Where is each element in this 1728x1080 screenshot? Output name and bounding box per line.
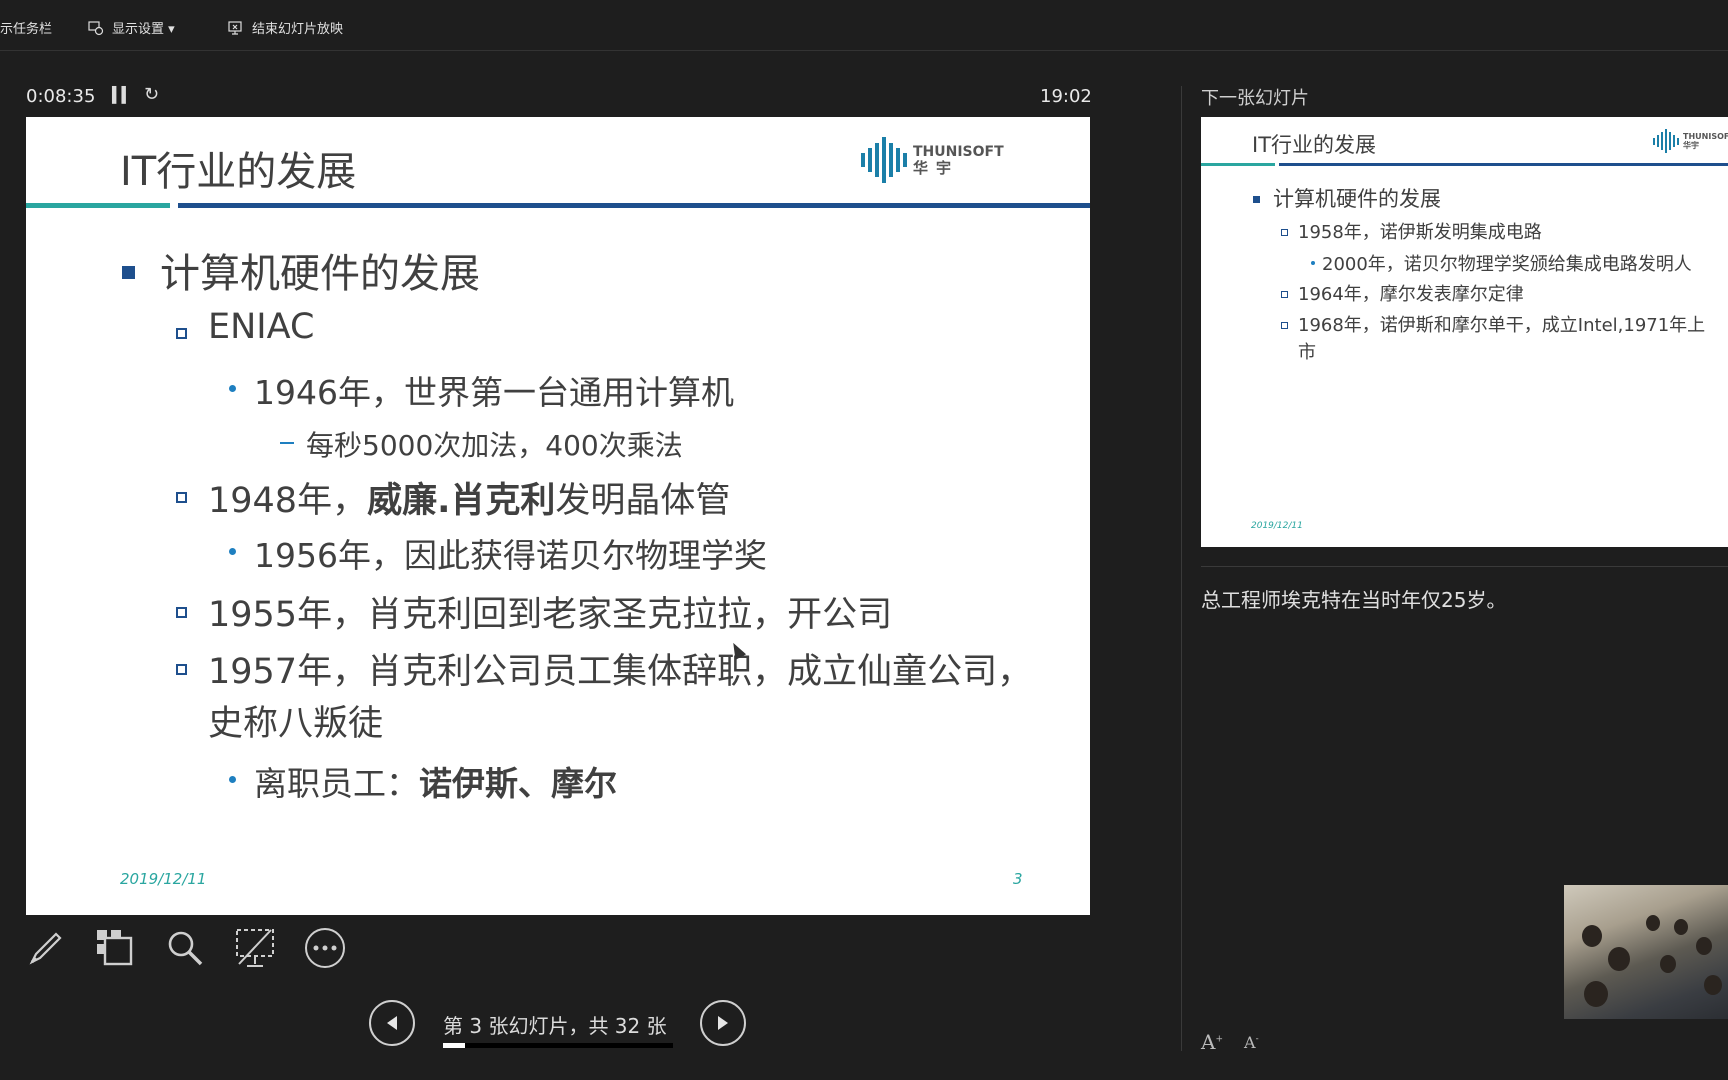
pause-timer-icon[interactable]: ▍▍ xyxy=(112,86,133,104)
magnifier-icon xyxy=(168,931,203,966)
bullet-bold-text: 诺伊斯、摩尔 xyxy=(419,764,617,803)
end-slideshow-label: 结束幻灯片放映 xyxy=(252,22,344,37)
bullet-square-icon xyxy=(122,266,135,279)
next-bullet-level2: 1964年，摩尔发表摩尔定律 xyxy=(1298,284,1524,305)
logo-mark-icon xyxy=(1653,129,1679,153)
next-arrow-icon xyxy=(718,1016,728,1030)
screen-off-icon xyxy=(236,929,274,967)
next-bullet-level1: 计算机硬件的发展 xyxy=(1273,187,1441,211)
bullet-level2: 1955年，肖克利回到老家圣克拉拉，开公司 xyxy=(208,595,893,635)
title-rule xyxy=(178,203,1090,208)
bullet-level1: 计算机硬件的发展 xyxy=(160,251,480,297)
pane-divider[interactable] xyxy=(1181,86,1182,1051)
more-icon xyxy=(305,928,345,968)
bullet-text: 离职员工： xyxy=(254,764,419,803)
next-slide-label: 下一张幻灯片 xyxy=(1201,88,1309,109)
zoom-button[interactable] xyxy=(163,926,207,970)
bullet-square-icon xyxy=(1253,196,1260,203)
see-all-slides-button[interactable] xyxy=(93,926,137,970)
end-slideshow-button[interactable]: 结束幻灯片放映 xyxy=(228,18,343,37)
bullet-text: 1948年， xyxy=(208,481,368,521)
slide-counter: 第 3 张幻灯片，共 32 张 xyxy=(443,1014,667,1038)
show-taskbar-button[interactable]: 示任务栏 xyxy=(0,18,52,37)
logo-english: THUNISOFT xyxy=(1683,132,1728,141)
black-screen-button[interactable] xyxy=(233,926,277,970)
slide-number: 3 xyxy=(1013,870,1023,888)
camera-video-thumbnail[interactable] xyxy=(1564,885,1728,1019)
bullet-dot-icon xyxy=(229,776,236,783)
bullet-hollow-square-icon xyxy=(1281,229,1288,236)
bullet-hollow-square-icon xyxy=(176,328,187,339)
reset-timer-icon[interactable]: ↻ xyxy=(144,84,159,105)
title-rule-accent xyxy=(26,203,170,208)
previous-slide-button[interactable] xyxy=(369,1000,415,1046)
bullet-level2: 1957年，肖克利公司员工集体辞职，成立仙童公司， xyxy=(208,652,1033,692)
logo-chinese: 华宇 xyxy=(1683,141,1699,150)
bullet-hollow-square-icon xyxy=(1281,322,1288,329)
bullet-level3: 离职员工：诺伊斯、摩尔 xyxy=(254,757,617,805)
title-rule xyxy=(1279,163,1728,166)
display-settings-icon xyxy=(88,20,104,35)
next-bullet-level2: 1968年，诺伊斯和摩尔单干，成立Intel,1971年上 xyxy=(1298,315,1706,336)
current-slide: IT行业的发展 THUNISOFT 华宇 计算机硬件的发展 ENIAC 1946… xyxy=(26,117,1090,915)
show-taskbar-label: 示任务栏 xyxy=(0,22,53,37)
title-rule-accent xyxy=(1201,163,1275,166)
speaker-notes[interactable]: 总工程师埃克特在当时年仅25岁。 xyxy=(1201,584,1506,613)
bullet-dot-icon xyxy=(229,548,236,555)
elapsed-timer: 0:08:35 xyxy=(26,86,96,107)
bullet-dot-icon xyxy=(229,385,236,392)
bullet-level3: 1946年，世界第一台通用计算机 xyxy=(254,373,734,412)
slide-title: IT行业的发展 xyxy=(120,149,357,195)
current-time: 19:02 xyxy=(1040,86,1092,107)
display-settings-label: 显示设置 ▾ xyxy=(112,22,175,37)
next-slide-button[interactable] xyxy=(700,1000,746,1046)
previous-arrow-icon xyxy=(387,1016,397,1030)
bullet-level4: 每秒5000次加法，400次乘法 xyxy=(306,429,683,462)
more-options-button[interactable] xyxy=(303,926,347,970)
increase-notes-font-button[interactable]: A+ xyxy=(1201,1030,1223,1054)
thunisoft-logo: THUNISOFT 华宇 xyxy=(1653,129,1728,153)
font-decrease-label: A xyxy=(1244,1033,1256,1052)
bullet-hollow-square-icon xyxy=(1281,291,1288,298)
slide-date: 2019/12/11 xyxy=(120,870,207,888)
bullet-hollow-square-icon xyxy=(176,492,187,503)
presenter-toolbar: 示任务栏 显示设置 ▾ 结束幻灯片放映 xyxy=(0,0,1728,51)
bullet-hollow-square-icon xyxy=(176,607,187,618)
font-increase-label: A xyxy=(1201,1030,1216,1054)
end-slideshow-icon xyxy=(228,20,242,35)
thunisoft-logo: THUNISOFT 华宇 xyxy=(861,137,1004,183)
bullet-dot-icon xyxy=(1311,261,1315,265)
logo-chinese: 华宇 xyxy=(913,159,960,177)
slide-progress-fill xyxy=(443,1043,465,1048)
bullet-bold-text: 威廉.肖克利 xyxy=(367,481,556,521)
bullet-hollow-square-icon xyxy=(176,664,187,675)
bullet-level2-continuation: 史称八叛徒 xyxy=(208,704,384,744)
bullet-level2: ENIAC xyxy=(208,307,315,347)
slide-progress-track xyxy=(443,1043,673,1048)
next-bullet-level3: 2000年，诺贝尔物理学奖颁给集成电路发明人 xyxy=(1322,254,1692,275)
next-slide-title: IT行业的发展 xyxy=(1252,133,1377,157)
notes-separator[interactable] xyxy=(1201,566,1728,567)
next-slide-preview[interactable]: IT行业的发展 THUNISOFT 华宇 计算机硬件的发展 1958年，诺伊斯发… xyxy=(1201,117,1728,547)
pen-icon xyxy=(29,932,62,965)
bullet-level3: 1956年，因此获得诺贝尔物理学奖 xyxy=(254,536,767,575)
bullet-text: 发明晶体管 xyxy=(555,481,731,521)
next-slide-date: 2019/12/11 xyxy=(1251,521,1303,531)
decrease-notes-font-button[interactable]: A- xyxy=(1244,1033,1259,1052)
pen-tool-button[interactable] xyxy=(24,926,68,970)
next-bullet-level2: 1958年，诺伊斯发明集成电路 xyxy=(1298,222,1542,243)
logo-mark-icon xyxy=(861,137,907,183)
next-bullet-level2-continuation: 市 xyxy=(1298,342,1316,363)
logo-english: THUNISOFT xyxy=(913,144,1004,160)
bullet-dash-icon xyxy=(280,442,294,444)
bullet-level2: 1948年，威廉.肖克利发明晶体管 xyxy=(208,472,730,523)
display-settings-button[interactable]: 显示设置 ▾ xyxy=(88,18,175,37)
slides-grid-icon xyxy=(97,930,133,966)
